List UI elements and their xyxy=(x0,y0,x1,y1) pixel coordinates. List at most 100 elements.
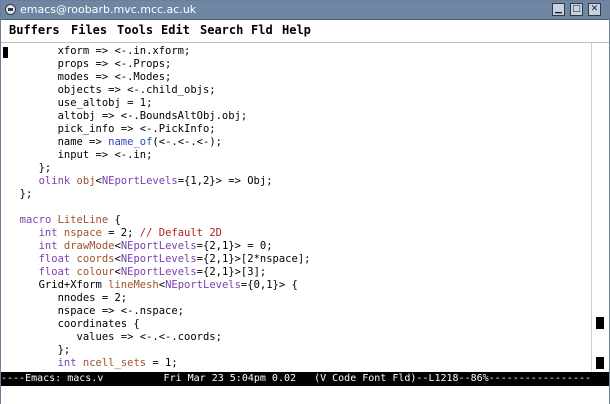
code-token: nnodes = 2; xyxy=(7,292,128,304)
menu-files[interactable]: Files xyxy=(71,23,107,37)
code-token: name => xyxy=(7,136,109,148)
code-line: }; xyxy=(7,162,52,175)
code-line: modes => <-.Modes; xyxy=(7,71,172,84)
code-token: coords xyxy=(76,253,115,265)
code-line: olink obj<NEportLevels={1,2}> => Obj; xyxy=(7,175,273,188)
code-line: int ncell_sets = 1; xyxy=(7,357,178,370)
code-line: name => name_of(<-.<-.<-); xyxy=(7,136,222,149)
code-token: colour xyxy=(76,266,115,278)
code-token: input => <-.in; xyxy=(7,149,153,161)
menu-fld[interactable]: Fld xyxy=(251,23,273,37)
mode-line: ----Emacs: macs.v Fri Mar 23 5:04pm 0.02… xyxy=(1,372,609,386)
code-token: int xyxy=(38,227,58,239)
code-token: float xyxy=(38,253,71,265)
code-line: int drawMode<NEportLevels={2,1}> = 0; xyxy=(7,240,273,253)
code-token: modes => <-.Modes; xyxy=(7,71,172,83)
code-token: ={2,1}> = 0; xyxy=(196,240,273,252)
code-token: values => <-.<-.coords; xyxy=(7,331,222,343)
code-token: }; xyxy=(7,188,33,200)
code-line: float coords<NEportLevels={2,1}>[2*nspac… xyxy=(7,253,311,266)
code-token: obj xyxy=(76,175,96,187)
code-line: nspace => <-.nspace; xyxy=(7,305,184,318)
menu-help[interactable]: Help xyxy=(282,23,311,37)
code-line: use_altobj = 1; xyxy=(7,97,153,110)
code-token: olink xyxy=(38,175,71,187)
code-token: pick_info => <-.PickInfo; xyxy=(7,123,216,135)
code-line: Grid+Xform lineMesh<NEportLevels={0,1}> … xyxy=(7,279,298,292)
code-token: macro xyxy=(19,214,52,226)
code-line: }; xyxy=(7,188,33,201)
code-token: NEportLevels xyxy=(101,175,178,187)
code-token: = 1; xyxy=(146,357,178,369)
code-token: drawMode xyxy=(63,240,115,252)
code-line: xform => <-.in.xform; xyxy=(7,45,191,58)
code-token: lineMesh xyxy=(108,279,159,291)
code-line: coordinates { xyxy=(7,318,140,331)
code-token: NEportLevels xyxy=(120,253,197,265)
menu-bar: Buffers Files Tools Edit Search Fld Help xyxy=(1,20,609,43)
code-token: nspace xyxy=(63,227,102,239)
emacs-window: emacs@roobarb.mvc.mcc.ac.uk ▁ □ ✕ Buffer… xyxy=(0,0,610,404)
menu-buffers[interactable]: Buffers xyxy=(9,23,60,37)
code-token: LiteLine xyxy=(57,214,109,226)
code-token: coordinates { xyxy=(7,318,140,330)
scrollbar-thumb[interactable] xyxy=(596,317,604,329)
code-token: NEportLevels xyxy=(120,266,197,278)
code-line: values => <-.<-.coords; xyxy=(7,331,222,344)
scrollbar-end-marker[interactable] xyxy=(596,357,604,369)
maximize-button[interactable]: □ xyxy=(570,3,583,16)
code-token: nspace => <-.nspace; xyxy=(7,305,185,317)
code-token: props => <-.Props; xyxy=(7,58,172,70)
code-token: int xyxy=(38,240,58,252)
code-line: input => <-.in; xyxy=(7,149,153,162)
code-token: ncell_sets xyxy=(82,357,147,369)
editor-buffer[interactable]: xform => <-.in.xform; props => <-.Props;… xyxy=(7,45,589,371)
close-button[interactable]: ✕ xyxy=(588,3,601,16)
code-token: { xyxy=(108,214,121,226)
menu-search[interactable]: Search xyxy=(200,23,243,37)
code-token: objects => <-.child_objs; xyxy=(7,84,216,96)
code-line: macro LiteLine { xyxy=(7,214,121,227)
code-line: pick_info => <-.PickInfo; xyxy=(7,123,216,136)
code-line: altobj => <-.BoundsAltObj.obj; xyxy=(7,110,248,123)
code-token: ={2,1}>[3]; xyxy=(196,266,267,278)
minimize-button[interactable]: ▁ xyxy=(552,3,565,16)
code-token: use_altobj = 1; xyxy=(7,97,153,109)
code-line: objects => <-.child_objs; xyxy=(7,84,216,97)
code-token: Grid+Xform xyxy=(7,279,109,291)
code-token: (<-.<-.<-); xyxy=(152,136,222,148)
code-token: altobj => <-.BoundsAltObj.obj; xyxy=(7,110,248,122)
window-title: emacs@roobarb.mvc.mcc.ac.uk xyxy=(20,3,197,16)
title-bar[interactable]: emacs@roobarb.mvc.mcc.ac.uk ▁ □ ✕ xyxy=(1,1,609,20)
menu-edit[interactable]: Edit xyxy=(161,23,190,37)
code-line: }; xyxy=(7,344,71,357)
vertical-scrollbar[interactable] xyxy=(591,43,609,371)
code-line: int nspace = 2; // Default 2D xyxy=(7,227,222,240)
code-line: float colour<NEportLevels={2,1}>[3]; xyxy=(7,266,267,279)
code-token: = 2; xyxy=(101,227,140,239)
code-token: }; xyxy=(7,344,71,356)
code-token: }; xyxy=(7,162,52,174)
code-line: props => <-.Props; xyxy=(7,58,172,71)
menu-tools[interactable]: Tools xyxy=(117,23,153,37)
code-token: float xyxy=(38,266,71,278)
code-token: NEportLevels xyxy=(165,279,241,291)
code-token: NEportLevels xyxy=(120,240,197,252)
code-line: nnodes = 2; xyxy=(7,292,128,305)
code-token: ={1,2}> => Obj; xyxy=(177,175,273,187)
code-token: name_of xyxy=(108,136,153,148)
code-token: ={0,1}> { xyxy=(240,279,298,291)
code-token: xform => <-.in.xform; xyxy=(7,45,191,57)
code-token: // Default 2D xyxy=(139,227,222,239)
code-token: int xyxy=(57,357,77,369)
code-token: ={2,1}>[2*nspace]; xyxy=(196,253,311,265)
minibuffer[interactable] xyxy=(1,387,609,404)
window-menu-icon[interactable] xyxy=(5,4,16,15)
